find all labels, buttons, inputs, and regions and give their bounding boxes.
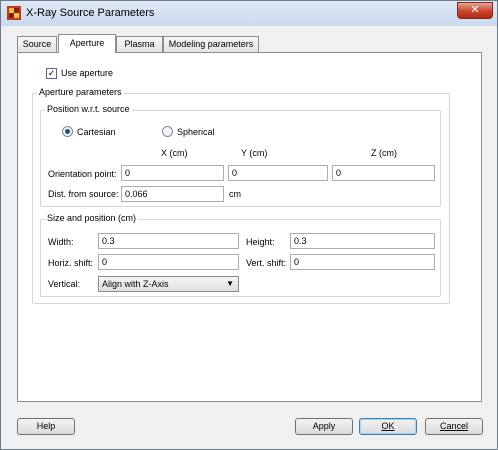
column-header-x: X (cm) [161, 148, 188, 158]
tab-aperture[interactable]: Aperture [58, 34, 116, 53]
height-input[interactable]: 0.3 [290, 233, 435, 249]
close-icon: ✕ [470, 4, 480, 16]
tab-label: Modeling parameters [168, 39, 254, 49]
aperture-parameters-title: Aperture parameters [37, 87, 124, 97]
cartesian-radio[interactable] [62, 126, 73, 137]
dialog-window: X-Ray Source Parameters ✕ Source Apertur… [0, 0, 498, 450]
close-button[interactable]: ✕ [457, 2, 493, 19]
horiz-shift-input[interactable]: 0 [98, 254, 239, 270]
position-group-title: Position w.r.t. source [45, 104, 132, 114]
use-aperture-checkbox[interactable]: ✓ [46, 68, 57, 79]
spherical-radio[interactable] [162, 126, 173, 137]
dist-from-source-label: Dist. from source: [48, 189, 119, 199]
dist-from-source-input[interactable]: 0.066 [121, 186, 224, 202]
vert-shift-input[interactable]: 0 [290, 254, 435, 270]
vertical-label: Vertical: [48, 279, 81, 289]
column-header-y: Y (cm) [241, 148, 268, 158]
dist-unit-label: cm [229, 189, 241, 199]
checkmark-icon: ✓ [47, 68, 56, 78]
width-label: Width: [48, 237, 74, 247]
horiz-shift-label: Horiz. shift: [48, 258, 94, 268]
column-header-z: Z (cm) [371, 148, 397, 158]
orientation-y-input[interactable]: 0 [228, 165, 328, 181]
help-button-label: Help [36, 421, 56, 431]
use-aperture-label: Use aperture [61, 68, 114, 78]
apply-button[interactable]: Apply [295, 418, 353, 435]
ok-button-label: OK [381, 421, 395, 431]
chevron-down-icon: ▼ [226, 279, 234, 288]
vertical-select-value: Align with Z-Axis [102, 279, 169, 289]
tab-source[interactable]: Source [17, 36, 57, 52]
cartesian-label: Cartesian [77, 127, 116, 137]
cancel-button[interactable]: Cancel [425, 418, 483, 435]
size-position-title: Size and position (cm) [45, 213, 139, 223]
tab-label: Source [22, 39, 52, 49]
orientation-x-input[interactable]: 0 [121, 165, 224, 181]
apply-button-label: Apply [312, 421, 336, 431]
help-button[interactable]: Help [17, 418, 75, 435]
cancel-button-label: Cancel [439, 421, 468, 431]
app-icon [7, 6, 21, 20]
orientation-z-input[interactable]: 0 [332, 165, 435, 181]
tab-label: Aperture [69, 38, 105, 48]
height-label: Height: [246, 237, 275, 247]
tab-label: Plasma [124, 39, 155, 49]
width-input[interactable]: 0.3 [98, 233, 239, 249]
vertical-select[interactable]: Align with Z-Axis ▼ [98, 276, 239, 292]
window-title: X-Ray Source Parameters [26, 7, 155, 19]
tab-modeling-parameters[interactable]: Modeling parameters [163, 36, 259, 52]
title-bar[interactable]: X-Ray Source Parameters ✕ [1, 1, 497, 26]
ok-button[interactable]: OK [359, 418, 417, 435]
spherical-label: Spherical [177, 127, 215, 137]
tab-plasma[interactable]: Plasma [116, 36, 163, 52]
orientation-point-label: Orientation point: [48, 169, 117, 179]
radio-selected-dot [65, 129, 70, 134]
vert-shift-label: Vert. shift: [246, 258, 287, 268]
